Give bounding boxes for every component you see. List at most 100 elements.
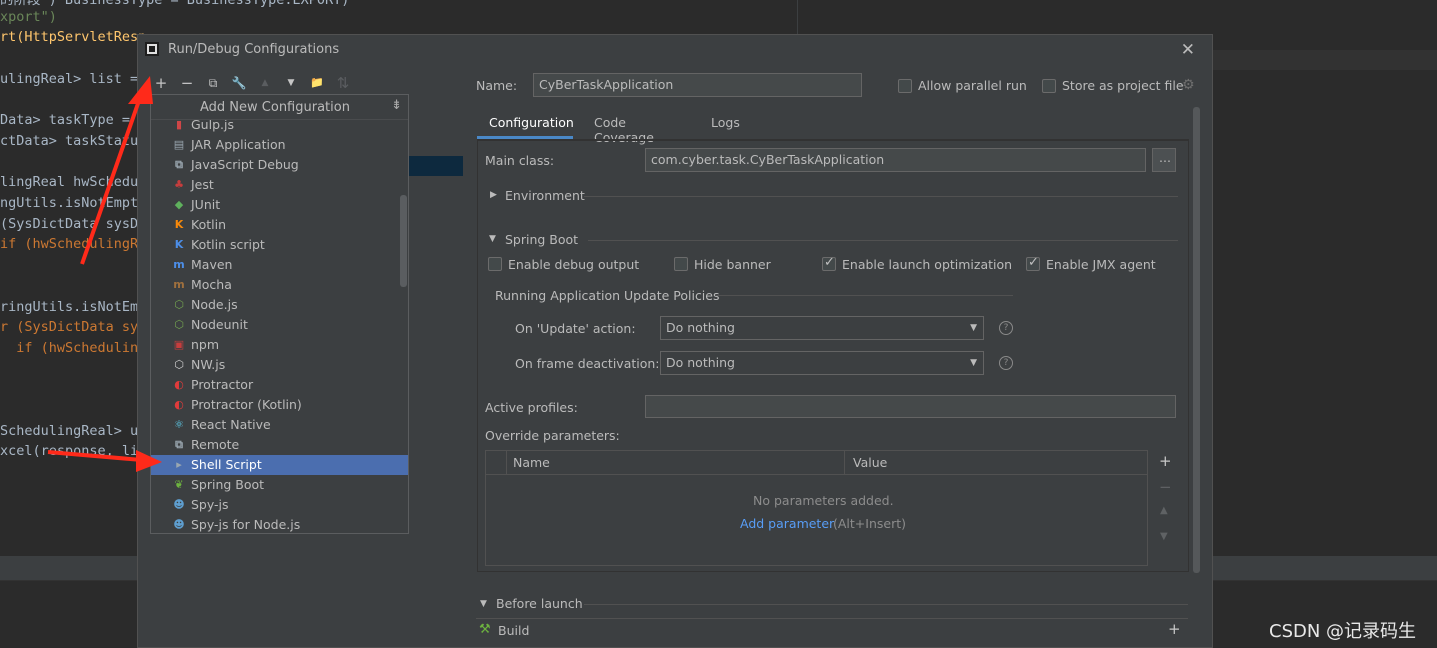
enable-debug-label: Enable debug output (508, 257, 640, 272)
move-param-down-icon[interactable]: ▼ (1160, 531, 1168, 542)
config-type-item[interactable]: ◐ Protractor (151, 375, 408, 395)
config-type-item[interactable]: m Maven (151, 255, 408, 275)
empty-table-text: No parameters added. (753, 493, 894, 508)
remove-config-icon[interactable]: − (177, 73, 197, 93)
config-type-item[interactable]: ⚛ React Native (151, 415, 408, 435)
tab-configuration[interactable]: Configuration (489, 115, 574, 130)
build-task[interactable]: Build (498, 623, 529, 638)
active-profiles-field[interactable] (645, 395, 1176, 418)
config-type-item[interactable]: ▤ JAR Application (151, 135, 408, 155)
move-down-icon[interactable]: ▼ (281, 73, 301, 93)
code-line: rt(HttpServletResp (0, 29, 147, 46)
config-type-label: Kotlin script (191, 237, 265, 252)
config-type-label: Remote (191, 437, 240, 452)
spring-boot-collapse-icon[interactable]: ▼ (489, 234, 496, 244)
wrench-icon[interactable]: 🔧 (229, 73, 249, 93)
spring-boot-separator (588, 240, 1178, 241)
main-class-field[interactable]: com.cyber.task.CyBerTaskApplication (645, 148, 1146, 172)
before-launch-collapse-icon[interactable]: ▼ (480, 599, 487, 609)
environment-expand-icon[interactable]: ▶ (490, 190, 497, 200)
config-type-item[interactable]: ⧉ Remote (151, 435, 408, 455)
config-type-label: NW.js (191, 357, 226, 372)
close-icon[interactable]: ✕ (1181, 40, 1195, 60)
code-line: ulingReal> list = (0, 70, 147, 87)
before-launch-list[interactable]: ⚒ Build (476, 618, 1188, 644)
intellij-logo-icon (145, 42, 159, 56)
help-icon[interactable]: ? (999, 321, 1013, 335)
config-type-item[interactable]: ◐ Protractor (Kotlin) (151, 395, 408, 415)
gulp-icon: ▮ (175, 118, 183, 131)
jest-icon: ♣ (174, 178, 184, 191)
chevron-down-icon: ▼ (970, 358, 977, 368)
on-frame-select[interactable]: Do nothing ▼ (660, 351, 984, 375)
react-icon: ⚛ (174, 418, 184, 431)
tab-logs[interactable]: Logs (711, 115, 740, 130)
store-project-checkbox[interactable] (1042, 79, 1056, 93)
config-type-item[interactable]: ▣ npm (151, 335, 408, 355)
config-type-item[interactable]: m Mocha (151, 275, 408, 295)
sort-icon[interactable]: ⇅ (333, 73, 353, 93)
update-policies-heading: Running Application Update Policies (495, 288, 720, 303)
dialog-title: Run/Debug Configurations (168, 42, 340, 57)
popup-title: Add New Configuration (200, 100, 350, 115)
add-parameter-link[interactable]: Add parameter (740, 516, 834, 531)
jar-icon: ▤ (173, 138, 185, 151)
config-type-item[interactable]: ⬡ NW.js (151, 355, 408, 375)
config-type-item[interactable]: ⬡ Nodeunit (151, 315, 408, 335)
move-param-up-icon[interactable]: ▲ (1160, 505, 1168, 516)
before-launch-section[interactable]: Before launch (496, 596, 583, 611)
kotlin-icon: K (174, 218, 184, 231)
column-value[interactable]: Value (853, 455, 887, 470)
add-param-icon[interactable]: + (1159, 452, 1172, 470)
config-type-item[interactable]: ▸ Shell Script (151, 455, 408, 475)
config-type-item[interactable]: K Kotlin script (151, 235, 408, 255)
hide-banner-label: Hide banner (694, 257, 771, 272)
config-type-item[interactable]: ❦ Spring Boot (151, 475, 408, 495)
config-type-label: JAR Application (191, 137, 286, 152)
hide-banner-checkbox[interactable] (674, 257, 688, 271)
enable-jmx-checkbox[interactable] (1026, 255, 1040, 271)
enable-debug-checkbox[interactable] (488, 257, 502, 271)
config-type-item[interactable]: ◆ JUnit (151, 195, 408, 215)
folder-icon[interactable]: 📁 (307, 73, 327, 93)
config-type-label: JavaScript Debug (191, 157, 299, 172)
config-type-item[interactable]: ⬡ Node.js (151, 295, 408, 315)
config-type-label: Protractor (191, 377, 254, 392)
copy-config-icon[interactable]: ⧉ (203, 73, 223, 93)
config-type-label: JUnit (191, 197, 221, 212)
code-line: ringUtils.isNotEmp (0, 298, 147, 315)
active-profiles-label: Active profiles: (485, 400, 578, 415)
code-line: r (SysDictData sys (0, 319, 147, 336)
spring-boot-section[interactable]: Spring Boot (505, 232, 578, 247)
column-name[interactable]: Name (513, 455, 550, 470)
sort-icon[interactable]: ⇟ (391, 98, 402, 113)
allow-parallel-checkbox[interactable] (898, 79, 912, 93)
config-scrollbar[interactable] (1193, 107, 1200, 573)
config-type-item[interactable]: K Kotlin (151, 215, 408, 235)
help-icon[interactable]: ? (999, 356, 1013, 370)
editor-divider (797, 0, 798, 34)
gear-icon[interactable]: ⚙ (1182, 77, 1195, 93)
move-up-icon[interactable]: ▲ (255, 73, 275, 93)
config-type-label: Nodeunit (191, 317, 248, 332)
kotlin-script-icon: K (174, 238, 184, 251)
override-params-table[interactable]: Name Value No parameters added. Add para… (485, 450, 1148, 566)
on-frame-label: On frame deactivation: (515, 356, 660, 371)
config-type-item[interactable]: ⧉ JavaScript Debug (151, 155, 408, 175)
enable-jmx-label: Enable JMX agent (1046, 257, 1156, 272)
add-before-launch-icon[interactable]: + (1168, 620, 1181, 638)
popup-scrollbar[interactable] (400, 195, 407, 287)
enable-launch-checkbox[interactable] (822, 255, 836, 271)
on-update-select[interactable]: Do nothing ▼ (660, 316, 984, 340)
config-type-item[interactable]: ☻ Spy-js for Node.js (151, 515, 408, 533)
code-line: xcel(response, lis (0, 443, 147, 460)
config-type-item[interactable]: ♣ Jest (151, 175, 408, 195)
remove-param-icon[interactable]: − (1159, 478, 1172, 496)
environment-section[interactable]: Environment (505, 188, 585, 203)
nwjs-icon: ⬡ (174, 358, 184, 371)
code-line: ctData> taskStatus (0, 132, 147, 149)
config-type-item[interactable]: ☻ Spy-js (151, 495, 408, 515)
browse-button[interactable]: ... (1152, 148, 1176, 172)
add-config-icon[interactable]: + (151, 73, 171, 93)
name-field[interactable]: CyBerTaskApplication (533, 73, 862, 97)
